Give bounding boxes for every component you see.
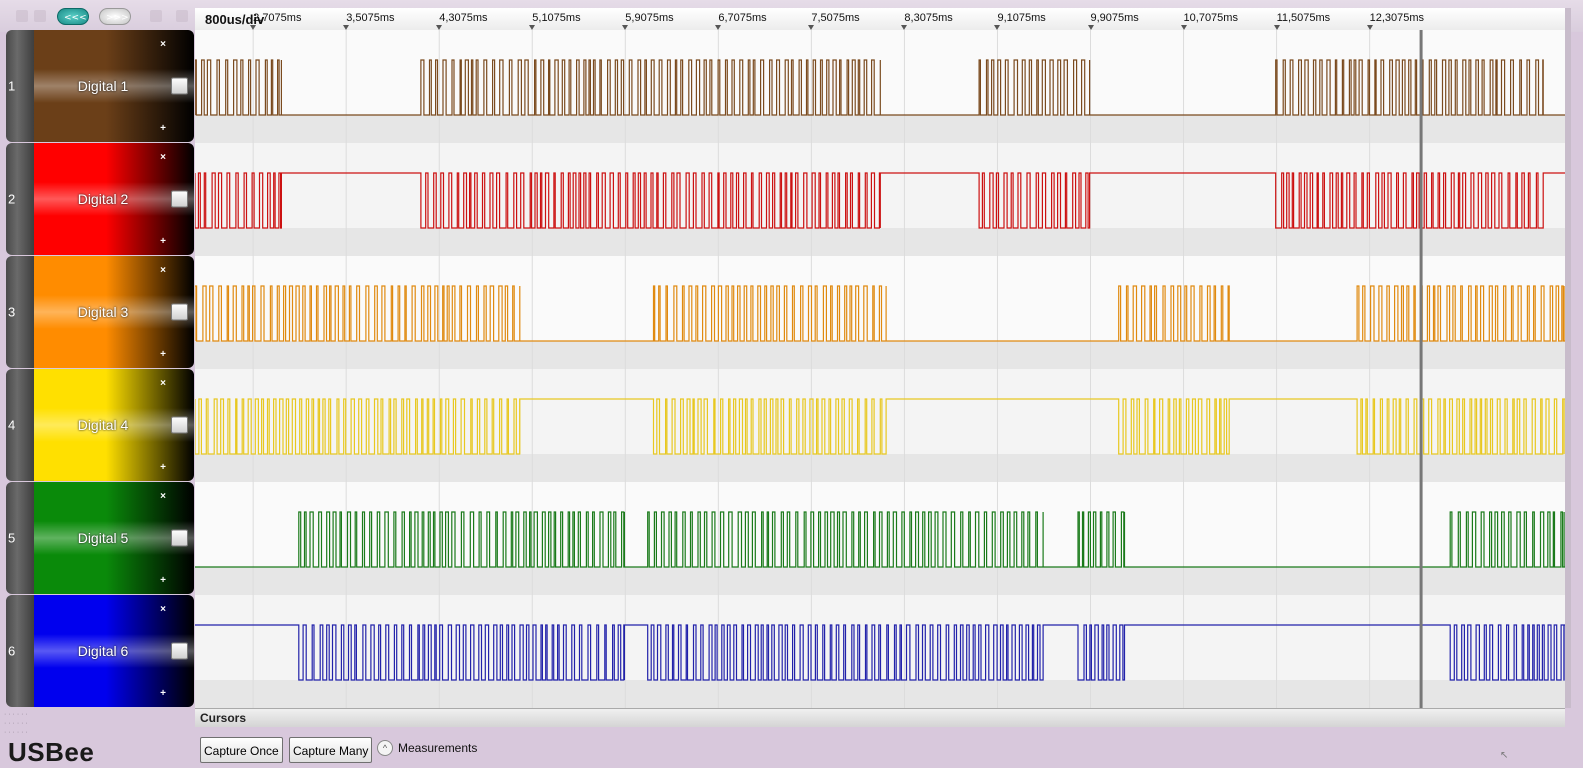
add-channel-icon[interactable]: +: [160, 462, 166, 473]
remove-channel-icon[interactable]: ×: [160, 152, 166, 163]
faded-toolbar-icon: [150, 10, 162, 22]
faded-toolbar-icon: [16, 10, 28, 22]
remove-channel-icon[interactable]: ×: [160, 265, 166, 276]
scroll-forward-button[interactable]: >>>: [99, 8, 131, 25]
channel-name[interactable]: Digital 6: [48, 643, 158, 659]
time-tick-label: 7,5075ms: [811, 12, 860, 24]
channel-enable-checkbox[interactable]: [171, 190, 188, 208]
channel-number: 2: [8, 191, 16, 207]
channel-header-6[interactable]: 6 × Digital 6 +: [6, 595, 194, 707]
channel-name[interactable]: Digital 2: [48, 191, 158, 207]
channel-number-strip: 4: [6, 369, 34, 481]
scroll-back-button[interactable]: <<<: [57, 8, 89, 25]
channel-number: 4: [8, 417, 16, 433]
channel-number: 3: [8, 304, 16, 320]
channel-number-strip: 6: [6, 595, 34, 707]
time-tick-label: 4,3075ms: [439, 12, 488, 24]
channel-name[interactable]: Digital 5: [48, 530, 158, 546]
time-axis[interactable]: 800us/div 2,7075ms 3,5075ms 4,3075ms 5,1075…: [195, 8, 1565, 31]
mouse-pointer-icon: ↖: [1500, 750, 1509, 761]
remove-channel-icon[interactable]: ×: [160, 604, 166, 615]
time-tick-label: 9,1075ms: [997, 12, 1046, 24]
faded-toolbar-icon: [176, 10, 188, 22]
channel-sidebar: 1 × Digital 1 +2 × Digital 2 +3 × Digital 3 +4 × Di…: [6, 30, 194, 708]
channel-number: 1: [8, 78, 16, 94]
channel-enable-checkbox[interactable]: [171, 77, 188, 95]
cursors-bar[interactable]: Cursors: [195, 708, 1565, 727]
channel-number-strip: 5: [6, 482, 34, 594]
remove-channel-icon[interactable]: ×: [160, 378, 166, 389]
time-tick-label: 6,7075ms: [718, 12, 767, 24]
channel-number-strip: 3: [6, 256, 34, 368]
lane-lower-shade: [195, 228, 1565, 256]
usbee-logic-analyzer-window: <<< >>> 800us/div 2,7075ms 3,5075ms 4,3075…: [0, 0, 1583, 767]
channel-number-strip: 1: [6, 30, 34, 142]
channel-color-swatch[interactable]: × Digital 2 +: [34, 143, 194, 255]
faded-status-text: · · · · · · · · · · · · · · · · · ·: [4, 711, 28, 736]
channel-enable-checkbox[interactable]: [171, 416, 188, 434]
time-tick-label: 5,9075ms: [625, 12, 674, 24]
channel-header-2[interactable]: 2 × Digital 2 +: [6, 143, 194, 255]
remove-channel-icon[interactable]: ×: [160, 491, 166, 502]
cursors-label: Cursors: [200, 711, 247, 725]
lane-lower-shade: [195, 115, 1565, 143]
channel-header-4[interactable]: 4 × Digital 4 +: [6, 369, 194, 481]
time-tick-label: 3,5075ms: [346, 12, 395, 24]
channel-name[interactable]: Digital 4: [48, 417, 158, 433]
add-channel-icon[interactable]: +: [160, 688, 166, 699]
channel-color-swatch[interactable]: × Digital 4 +: [34, 369, 194, 481]
measurements-expand-icon[interactable]: ^: [377, 740, 393, 756]
channel-header-5[interactable]: 5 × Digital 5 +: [6, 482, 194, 594]
channel-name[interactable]: Digital 3: [48, 304, 158, 320]
capture-once-button[interactable]: Capture Once: [200, 737, 283, 763]
faded-toolbar-icon: [34, 10, 46, 22]
waveform-display[interactable]: [195, 30, 1565, 708]
channel-color-swatch[interactable]: × Digital 3 +: [34, 256, 194, 368]
channel-color-swatch[interactable]: × Digital 1 +: [34, 30, 194, 142]
time-tick-label: 9,9075ms: [1090, 12, 1139, 24]
lane-lower-shade: [195, 454, 1565, 482]
channel-number: 5: [8, 530, 16, 546]
time-tick-label: 5,1075ms: [532, 12, 581, 24]
channel-enable-checkbox[interactable]: [171, 642, 188, 660]
usbee-logo: USBee: [8, 737, 95, 767]
channel-number-strip: 2: [6, 143, 34, 255]
time-tick-label: 10,7075ms: [1183, 12, 1238, 24]
channel-header-1[interactable]: 1 × Digital 1 +: [6, 30, 194, 142]
add-channel-icon[interactable]: +: [160, 123, 166, 134]
add-channel-icon[interactable]: +: [160, 236, 166, 247]
add-channel-icon[interactable]: +: [160, 349, 166, 360]
channel-color-swatch[interactable]: × Digital 6 +: [34, 595, 194, 707]
time-tick-label: 11,5075ms: [1276, 12, 1331, 24]
vertical-scrollbar[interactable]: [1565, 8, 1571, 708]
measurements-label[interactable]: Measurements: [398, 741, 477, 755]
time-tick-label: 12,3075ms: [1369, 12, 1425, 24]
lane-lower-shade: [195, 567, 1565, 595]
channel-enable-checkbox[interactable]: [171, 303, 188, 321]
channel-enable-checkbox[interactable]: [171, 529, 188, 547]
time-tick-label: 8,3075ms: [904, 12, 953, 24]
add-channel-icon[interactable]: +: [160, 575, 166, 586]
lane-lower-shade: [195, 680, 1565, 708]
channel-header-3[interactable]: 3 × Digital 3 +: [6, 256, 194, 368]
channel-color-swatch[interactable]: × Digital 5 +: [34, 482, 194, 594]
channel-name[interactable]: Digital 1: [48, 78, 158, 94]
lane-lower-shade: [195, 341, 1565, 369]
channel-number: 6: [8, 643, 16, 659]
time-tick-label: 2,7075ms: [253, 12, 302, 24]
capture-many-button[interactable]: Capture Many: [289, 737, 373, 763]
remove-channel-icon[interactable]: ×: [160, 39, 166, 50]
